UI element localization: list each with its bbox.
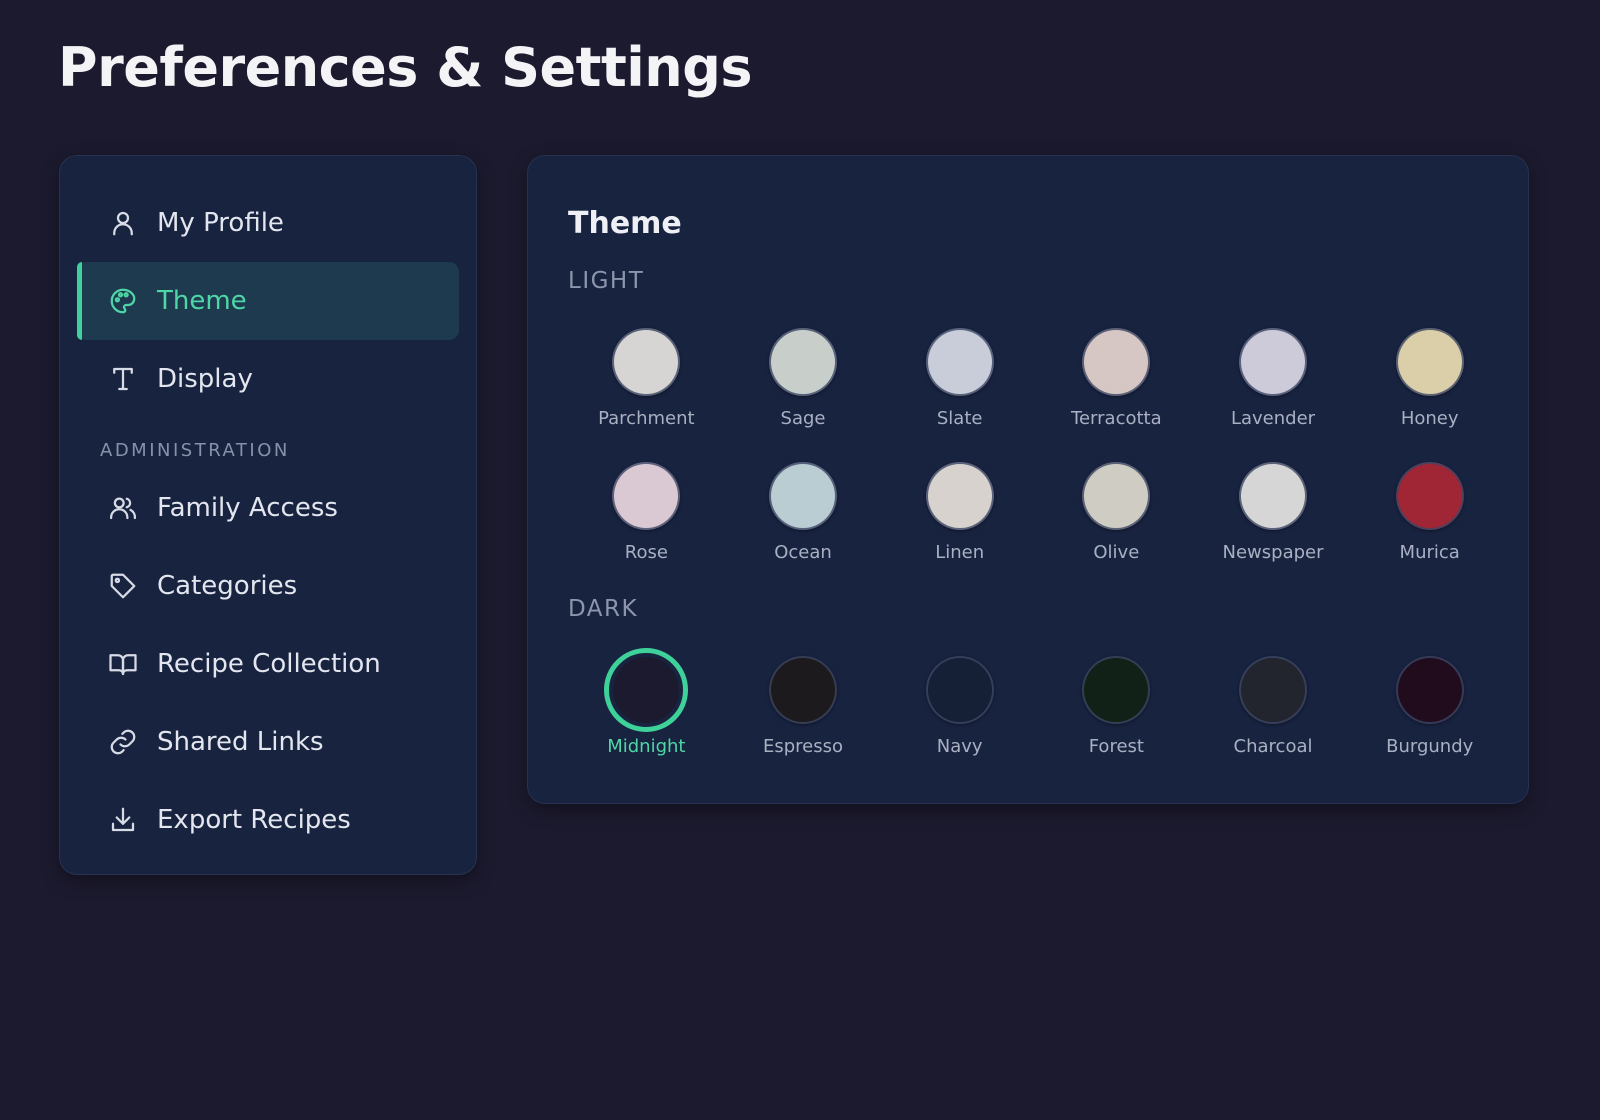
user-icon (107, 207, 139, 239)
swatch-label: Forest (1088, 736, 1144, 757)
tag-icon (107, 570, 139, 602)
swatch-label: Midnight (607, 736, 686, 757)
swatch-label: Rose (624, 542, 668, 563)
theme-swatch-slate[interactable]: Slate (881, 328, 1038, 429)
swatch-label: Murica (1399, 542, 1460, 563)
swatch-label: Sage (780, 408, 826, 429)
sidebar-item-label: Theme (157, 286, 247, 316)
section-label-administration: ADMINISTRATION (100, 440, 290, 461)
theme-swatch-charcoal[interactable]: Charcoal (1195, 656, 1352, 757)
theme-swatch-rose[interactable]: Rose (568, 462, 725, 563)
page-title: Preferences & Settings (58, 36, 753, 99)
swatch-color-circle (925, 656, 994, 724)
swatch-label: Navy (936, 736, 983, 757)
sidebar-item-label: Categories (157, 571, 298, 601)
sidebar-item-family-access[interactable]: Family Access (77, 469, 459, 547)
swatch-color-circle (1395, 656, 1464, 724)
theme-swatch-murica[interactable]: Murica (1351, 462, 1508, 563)
swatch-color-circle (769, 462, 837, 530)
sidebar-item-display[interactable]: Display (77, 340, 459, 418)
swatch-label: Olive (1093, 542, 1140, 563)
swatch-label: Parchment (598, 408, 695, 429)
link-icon (107, 726, 139, 758)
sidebar-item-shared-links[interactable]: Shared Links (77, 703, 459, 781)
swatch-label: Terracotta (1071, 408, 1162, 429)
settings-sidebar: My Profile Theme Display ADMINISTRATION … (59, 155, 477, 875)
swatch-label: Charcoal (1233, 736, 1313, 757)
theme-swatch-lavender[interactable]: Lavender (1195, 328, 1352, 429)
swatch-color-circle (769, 656, 837, 724)
sidebar-item-my-profile[interactable]: My Profile (77, 184, 459, 262)
swatch-row-light-1: Parchment Sage Slate Terracotta Lavender Hone… (568, 328, 1508, 429)
sidebar-item-export-recipes[interactable]: Export Recipes (77, 781, 459, 859)
sidebar-item-theme[interactable]: Theme (77, 262, 459, 340)
swatch-color-circle (1082, 462, 1151, 530)
theme-swatch-burgundy[interactable]: Burgundy (1351, 656, 1508, 757)
group-label-dark: DARK (568, 596, 639, 622)
theme-swatch-navy[interactable]: Navy (881, 656, 1038, 757)
swatch-label: Lavender (1230, 408, 1316, 429)
swatch-color-circle (612, 462, 681, 530)
sidebar-item-label: Recipe Collection (157, 649, 381, 679)
swatch-row-dark: Midnight Espresso Navy Forest Charcoal Burgun… (568, 648, 1508, 757)
theme-swatch-espresso[interactable]: Espresso (725, 656, 882, 757)
swatch-label: Linen (935, 542, 985, 563)
download-icon (107, 804, 139, 836)
palette-icon (107, 285, 139, 317)
swatch-label: Ocean (774, 542, 832, 563)
swatch-color-circle (1239, 328, 1308, 396)
swatch-color-circle (769, 328, 837, 396)
panel-title: Theme (568, 206, 682, 241)
swatch-color-circle (604, 648, 689, 732)
theme-swatch-olive[interactable]: Olive (1038, 462, 1195, 563)
theme-swatch-linen[interactable]: Linen (881, 462, 1038, 563)
theme-swatch-ocean[interactable]: Ocean (725, 462, 882, 563)
swatch-label: Honey (1400, 408, 1459, 429)
swatch-color-circle (1082, 656, 1151, 724)
swatch-label: Espresso (762, 736, 844, 757)
type-icon (107, 363, 139, 395)
theme-panel: Theme LIGHT Parchment Sage Slate Terracotta… (527, 155, 1529, 804)
swatch-row-light-2: Rose Ocean Linen Olive Newspaper Murica (568, 462, 1508, 563)
theme-swatch-honey[interactable]: Honey (1351, 328, 1508, 429)
swatch-color-circle (612, 328, 681, 396)
sidebar-item-label: Export Recipes (157, 805, 351, 835)
sidebar-item-label: Display (157, 364, 253, 394)
theme-swatch-terracotta[interactable]: Terracotta (1038, 328, 1195, 429)
swatch-color-circle (1395, 328, 1464, 396)
sidebar-item-label: Family Access (157, 493, 338, 523)
group-label-light: LIGHT (568, 268, 645, 294)
swatch-color-circle (1395, 462, 1464, 530)
swatch-color-circle (1239, 656, 1308, 724)
theme-swatch-midnight[interactable]: Midnight (568, 648, 725, 757)
swatch-label: Newspaper (1222, 542, 1324, 563)
theme-swatch-parchment[interactable]: Parchment (568, 328, 725, 429)
users-icon (107, 492, 139, 524)
swatch-label: Slate (936, 408, 983, 429)
swatch-color-circle (925, 328, 994, 396)
sidebar-item-label: My Profile (157, 208, 284, 238)
book-icon (107, 648, 139, 680)
sidebar-item-categories[interactable]: Categories (77, 547, 459, 625)
swatch-color-circle (925, 462, 994, 530)
swatch-color-circle (1239, 462, 1308, 530)
sidebar-item-label: Shared Links (157, 727, 324, 757)
theme-swatch-forest[interactable]: Forest (1038, 656, 1195, 757)
swatch-color-circle (1082, 328, 1151, 396)
theme-swatch-newspaper[interactable]: Newspaper (1195, 462, 1352, 563)
sidebar-item-recipe-collection[interactable]: Recipe Collection (77, 625, 459, 703)
theme-swatch-sage[interactable]: Sage (725, 328, 882, 429)
swatch-label: Burgundy (1386, 736, 1474, 757)
